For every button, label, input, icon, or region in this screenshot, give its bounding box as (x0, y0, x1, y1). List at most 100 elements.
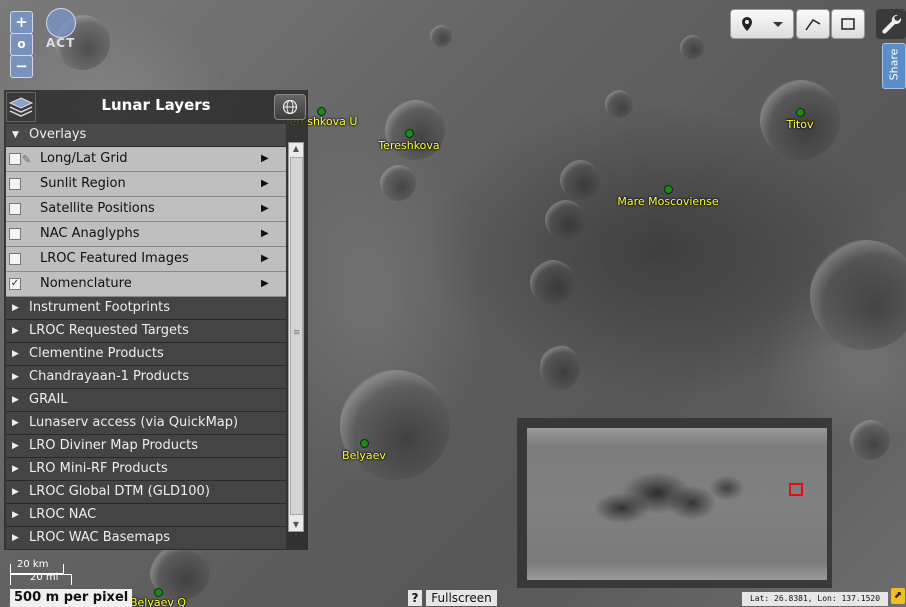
globe-icon[interactable] (274, 94, 306, 120)
share-tab[interactable]: Share (882, 43, 906, 89)
overlay-checkbox[interactable] (9, 203, 21, 215)
expanded-triangle-icon: ▼ (12, 130, 19, 140)
feature-marker[interactable] (664, 185, 673, 194)
group-items: ▶ Instrument Footprints ▶ LROC Requested Ta… (6, 297, 286, 550)
crater (605, 90, 633, 118)
crater (810, 240, 906, 350)
pin-icon[interactable]: ✎ (22, 148, 31, 172)
expand-arrow-icon[interactable]: ▶ (261, 147, 269, 171)
overlay-item[interactable]: ✓ Nomenclature ▶ (6, 272, 286, 297)
feature-label: Titov (786, 118, 814, 131)
help-button[interactable]: ? (408, 590, 422, 606)
scroll-down-arrow-icon[interactable]: ▼ (289, 519, 303, 531)
group-label: LROC Requested Targets (29, 323, 189, 338)
draw-line-button[interactable] (796, 9, 830, 39)
overlay-label: LROC Featured Images (40, 251, 189, 266)
overview-extent-box[interactable] (789, 483, 803, 496)
crater (680, 35, 704, 59)
overlay-checkbox[interactable]: ✓ (9, 278, 21, 290)
group-label: Chandrayaan-1 Products (29, 369, 190, 384)
zoom-in-button[interactable]: + (10, 11, 33, 34)
crater (545, 200, 585, 240)
overlay-item[interactable]: ✎ Long/Lat Grid ▶ (6, 147, 286, 172)
overlay-item[interactable]: NAC Anaglyphs ▶ (6, 222, 286, 247)
feature-label: Tereshkova (378, 139, 440, 152)
scroll-grip-icon: ≡ (293, 328, 301, 338)
panel-header: Lunar Layers (4, 90, 308, 124)
overview-image[interactable] (527, 428, 827, 580)
collapsed-triangle-icon: ▶ (12, 303, 19, 313)
overlay-item[interactable]: LROC Featured Images ▶ (6, 247, 286, 272)
scale-km-label: 20 km (17, 559, 49, 570)
layer-group[interactable]: ▶ LROC NAC (6, 504, 286, 527)
overlay-checkbox[interactable] (9, 178, 21, 190)
overlay-label: Satellite Positions (40, 201, 155, 216)
resolution-label: 500 m per pixel (10, 589, 133, 607)
layer-group[interactable]: ▶ LRO Mini-RF Products (6, 458, 286, 481)
group-label: LRO Mini-RF Products (29, 461, 168, 476)
layer-group[interactable]: ▶ LROC Requested Targets (6, 320, 286, 343)
layers-list: ▼ Overlays ✎ Long/Lat Grid ▶ Sunlit Region ▶… (6, 124, 286, 550)
collapsed-triangle-icon: ▶ (12, 395, 19, 405)
corner-arrow-icon[interactable]: ⬈ (891, 588, 905, 604)
panel-scrollbar[interactable]: ▲ ≡ ▼ (288, 142, 304, 532)
collapsed-triangle-icon: ▶ (12, 464, 19, 474)
crater (560, 160, 600, 200)
expand-arrow-icon[interactable]: ▶ (261, 272, 269, 296)
scroll-thumb[interactable]: ≡ (290, 157, 303, 515)
scroll-up-arrow-icon[interactable]: ▲ (289, 143, 303, 155)
group-label: LROC NAC (29, 507, 97, 522)
layer-group[interactable]: ▶ Chandrayaan-1 Products (6, 366, 286, 389)
crater (540, 345, 580, 390)
layer-group[interactable]: ▶ LRO Diviner Map Products (6, 435, 286, 458)
expand-arrow-icon[interactable]: ▶ (261, 172, 269, 196)
layer-group[interactable]: ▶ Instrument Footprints (6, 297, 286, 320)
group-label: Lunaserv access (via QuickMap) (29, 415, 239, 430)
zoom-out-button[interactable]: − (10, 55, 33, 78)
overview-map[interactable] (517, 418, 832, 588)
scale-mi-label: 20 mi (30, 572, 59, 583)
layer-group[interactable]: ▶ GRAIL (6, 389, 286, 412)
coordinates-readout: Lat: 26.8381, Lon: 137.1520 (742, 592, 888, 606)
settings-button[interactable] (876, 9, 906, 39)
fullscreen-button[interactable]: Fullscreen (426, 590, 497, 606)
overlay-item[interactable]: Sunlit Region ▶ (6, 172, 286, 197)
layer-group[interactable]: ▶ LROC WAC Basemaps (6, 527, 286, 550)
place-marker-button[interactable] (730, 9, 794, 39)
feature-label: Belyaev Q (129, 596, 187, 607)
overlay-items: ✎ Long/Lat Grid ▶ Sunlit Region ▶ Satellite P… (6, 147, 286, 297)
overlay-item[interactable]: Satellite Positions ▶ (6, 197, 286, 222)
expand-arrow-icon[interactable]: ▶ (261, 222, 269, 246)
draw-rectangle-button[interactable] (831, 9, 865, 39)
collapsed-triangle-icon: ▶ (12, 487, 19, 497)
overlay-checkbox[interactable] (9, 253, 21, 265)
overlay-checkbox[interactable] (9, 153, 21, 165)
zoom-reset-button[interactable]: o (10, 33, 33, 56)
feature-marker[interactable] (360, 439, 369, 448)
overlay-checkbox[interactable] (9, 228, 21, 240)
expand-arrow-icon[interactable]: ▶ (261, 197, 269, 221)
collapsed-triangle-icon: ▶ (12, 441, 19, 451)
overlays-toggle[interactable]: ▼ Overlays (6, 124, 286, 147)
group-label: Instrument Footprints (29, 300, 170, 315)
group-label: GRAIL (29, 392, 68, 407)
feature-marker[interactable] (405, 129, 414, 138)
layer-group[interactable]: ▶ LROC Global DTM (GLD100) (6, 481, 286, 504)
logo-text: ACT (46, 36, 76, 50)
crater (430, 25, 452, 47)
group-label: LROC WAC Basemaps (29, 530, 171, 545)
group-label: Overlays (29, 127, 87, 142)
layer-group[interactable]: ▶ Clementine Products (6, 343, 286, 366)
feature-marker[interactable] (796, 108, 805, 117)
overlay-label: Nomenclature (40, 276, 132, 291)
scale-bar: 20 km 20 mi (10, 559, 72, 588)
collapsed-triangle-icon: ▶ (12, 418, 19, 428)
group-label: LROC Global DTM (GLD100) (29, 484, 210, 499)
collapsed-triangle-icon: ▶ (12, 533, 19, 543)
act-logo: ACT (42, 8, 78, 54)
feature-label: Mare Moscoviense (617, 195, 719, 208)
layer-group[interactable]: ▶ Lunaserv access (via QuickMap) (6, 412, 286, 435)
crater (380, 165, 416, 201)
expand-arrow-icon[interactable]: ▶ (261, 247, 269, 271)
group-label: Clementine Products (29, 346, 164, 361)
